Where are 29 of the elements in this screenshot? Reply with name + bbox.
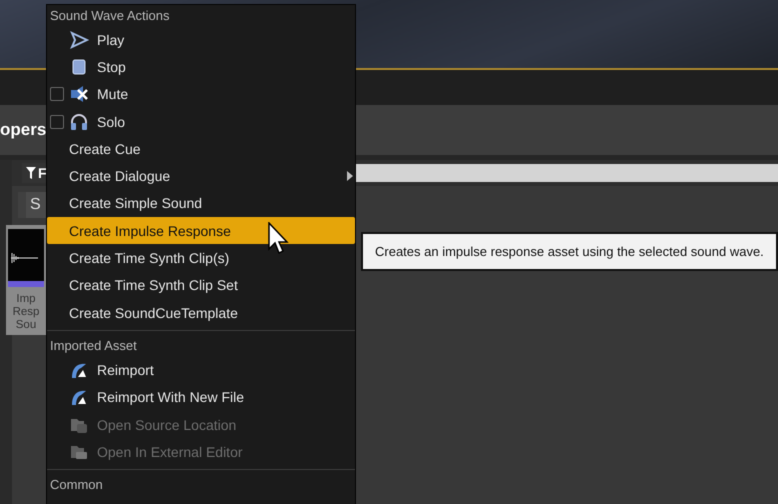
checkbox[interactable] (50, 87, 64, 102)
section-heading: Sound Wave Actions (49, 7, 170, 25)
speaker-cross-icon (69, 84, 89, 104)
play-icon (69, 30, 89, 50)
section-heading: Imported Asset (49, 337, 138, 356)
submenu-arrow-icon (347, 171, 353, 182)
menu-item[interactable]: Solo (47, 108, 355, 136)
asset-tile[interactable]: Imp Resp Sou (6, 225, 46, 335)
asset-label: Imp Resp Sou (12, 293, 40, 332)
menu-item[interactable]: Create Impulse Response (47, 217, 355, 244)
menu-item[interactable]: Create Time Synth Clip(s) (47, 244, 355, 272)
funnel-icon (26, 167, 36, 179)
section-heading: Common (49, 476, 104, 494)
waveform-thumbnail (8, 229, 44, 287)
menu-item[interactable]: Mute (47, 80, 355, 108)
panel-title: opers (0, 120, 46, 140)
menu-item[interactable]: Create Cue (47, 135, 355, 162)
menu-item[interactable]: Stop (47, 53, 355, 81)
menu-item[interactable]: Create Time Synth Clip Set (47, 272, 355, 299)
tooltip: Creates an impulse response asset using the selected sound wave. (361, 232, 778, 271)
menu-item[interactable]: Play (47, 26, 355, 54)
toolbar-button[interactable]: S (18, 192, 47, 218)
menu-item[interactable]: Reimport With New File (47, 384, 355, 411)
mouse-pointer-icon (268, 222, 290, 256)
menu-item[interactable]: Create Simple Sound (47, 190, 355, 218)
headphones-icon (69, 112, 89, 132)
checkbox[interactable] (50, 114, 64, 129)
menu-item[interactable]: Reimport (47, 356, 355, 384)
menu-item[interactable]: Create SoundCueTemplate (47, 298, 355, 326)
